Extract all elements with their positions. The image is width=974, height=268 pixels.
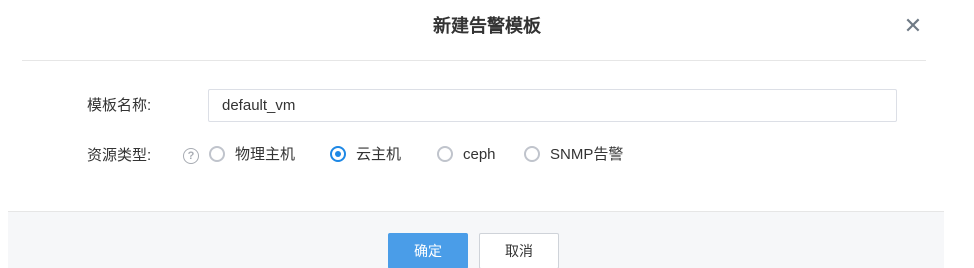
radio-label: 物理主机: [235, 146, 296, 163]
header-divider: [22, 60, 926, 61]
dialog-footer: 确定 取消: [8, 211, 944, 268]
radio-label: SNMP告警: [550, 146, 624, 163]
confirm-button[interactable]: 确定: [388, 233, 468, 268]
template-name-input[interactable]: [208, 89, 897, 122]
new-alert-template-dialog: 新建告警模板 ✕ 模板名称: 资源类型: ? 物理主机 云主机 ceph SNM…: [0, 0, 974, 268]
question-circle-icon[interactable]: ?: [183, 148, 199, 164]
resource-type-row: 资源类型: ? 物理主机 云主机 ceph SNMP告警: [0, 142, 974, 170]
radio-circle[interactable]: [209, 146, 225, 162]
radio-label: 云主机: [356, 146, 402, 163]
template-name-row: 模板名称:: [0, 89, 974, 123]
radio-circle[interactable]: [524, 146, 540, 162]
radio-label: ceph: [463, 146, 496, 163]
resource-type-label: 资源类型:: [87, 147, 152, 164]
template-name-label: 模板名称:: [87, 97, 152, 114]
dialog-title: 新建告警模板: [433, 16, 541, 36]
radio-circle[interactable]: [437, 146, 453, 162]
radio-circle-checked[interactable]: [330, 146, 346, 162]
cancel-button[interactable]: 取消: [479, 233, 559, 268]
close-icon[interactable]: ✕: [898, 12, 928, 40]
dialog-header: 新建告警模板 ✕: [0, 0, 974, 58]
